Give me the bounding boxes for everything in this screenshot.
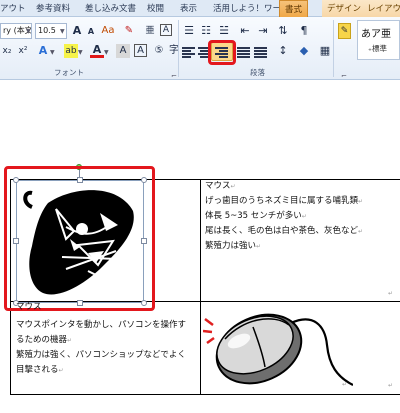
- computer-mouse-clipart[interactable]: [203, 305, 353, 391]
- enclosed-char-icon[interactable]: A: [160, 24, 172, 36]
- return-mark-icon: ↵: [256, 243, 262, 250]
- increase-indent-icon[interactable]: ⇥: [256, 24, 270, 38]
- char-shading-icon[interactable]: A: [116, 44, 130, 58]
- cell-line: マウスポインタを動かし、パソコンを操作す: [16, 320, 187, 330]
- cell-line: マウス↵: [205, 181, 236, 191]
- style-sample-text: あア亜: [361, 29, 391, 40]
- cell-top-right-text: マウス↵ げっ歯目のうちネズミ目に属する哺乳類↵ 体長 5~35 センチが多い↵…: [205, 179, 363, 254]
- subscript-icon[interactable]: x₂: [0, 44, 14, 58]
- cell-line: 体長 5~35 センチが多い↵: [205, 211, 307, 221]
- cell-line: 繁殖力は強く、パソコンショップなどでよく: [16, 350, 186, 360]
- return-mark-icon: ↵: [358, 228, 364, 235]
- cell-line: 目撃される↵: [16, 365, 64, 375]
- char-scale-icon[interactable]: ⑤: [152, 44, 166, 58]
- mouse-caption: マウス: [16, 302, 42, 312]
- show-marks-icon[interactable]: ¶: [297, 24, 311, 38]
- document-area[interactable]: マウス↵ げっ歯目のうちネズミ目に属する哺乳類↵ 体長 5~35 センチが多い↵…: [0, 81, 400, 413]
- return-mark-icon: ↵: [67, 337, 73, 344]
- change-styles-icon[interactable]: ✎: [338, 23, 351, 39]
- text-effects-icon[interactable]: A: [36, 44, 50, 58]
- highlight-align-right: [208, 40, 236, 65]
- tab-view[interactable]: 表示: [180, 2, 197, 14]
- multilevel-list-icon[interactable]: ☱: [217, 24, 231, 38]
- group-separator: [333, 20, 334, 77]
- style-name-label: ₊標準: [368, 44, 387, 53]
- phonetic-guide-icon[interactable]: 亜: [143, 24, 157, 38]
- ribbon-tab-bar: アウト 参考資料 差し込み文書 校閲 表示 活用しよう！ワード 書式 デザイン …: [0, 0, 400, 17]
- chevron-down-icon[interactable]: ▼: [50, 49, 55, 56]
- tab-layout[interactable]: レイアウ: [362, 0, 400, 17]
- numbering-icon[interactable]: ☷: [199, 24, 213, 38]
- justify-icon[interactable]: [237, 46, 251, 58]
- table-border-center: [200, 179, 201, 395]
- row-end-mark-icon: ↵: [388, 382, 394, 389]
- cell-line: 尾は長く、毛の色は白や茶色、灰色など↵: [205, 226, 364, 236]
- tab-design[interactable]: デザイン: [322, 0, 367, 17]
- align-left-icon[interactable]: [182, 46, 196, 58]
- cell-line: げっ歯目のうちネズミ目に属する哺乳類↵: [205, 196, 364, 206]
- char-border-icon[interactable]: A: [134, 44, 147, 57]
- tab-format[interactable]: 書式: [279, 0, 309, 17]
- cell-end-mark-icon: ↵: [388, 290, 394, 297]
- chevron-down-icon[interactable]: ▼: [78, 49, 83, 56]
- cell-end-mark-icon: ↵: [342, 381, 348, 388]
- chevron-down-icon[interactable]: ▼: [104, 49, 109, 56]
- sort-icon[interactable]: ⇅: [276, 24, 290, 38]
- clear-format-icon[interactable]: ✎: [122, 24, 136, 38]
- group-separator: [178, 20, 179, 77]
- cell-line: 繁殖力は強い↵: [205, 241, 262, 251]
- borders-icon[interactable]: ▦: [318, 44, 332, 58]
- highlight-icon[interactable]: ab: [64, 44, 78, 58]
- highlight-image: [4, 166, 155, 311]
- line-spacing-icon[interactable]: ↕: [276, 44, 290, 58]
- shading-icon[interactable]: ◆: [297, 44, 311, 58]
- tab-layout-partial[interactable]: アウト: [0, 2, 26, 14]
- font-dialog-launcher-icon[interactable]: ⌐: [171, 72, 177, 80]
- shrink-font-icon[interactable]: A: [84, 25, 98, 39]
- distributed-icon[interactable]: [254, 46, 268, 58]
- return-mark-icon: ↵: [358, 198, 364, 205]
- return-mark-icon: ↵: [230, 183, 236, 190]
- return-mark-icon: ↵: [58, 367, 64, 374]
- quick-style-normal[interactable]: あア亜 ₊標準: [357, 20, 400, 60]
- table-border-bottom: [10, 394, 400, 395]
- tab-review[interactable]: 校閲: [147, 2, 164, 14]
- bullets-icon[interactable]: ☰: [182, 24, 196, 38]
- font-color-icon[interactable]: A: [90, 43, 104, 58]
- chevron-down-icon[interactable]: ▼: [60, 28, 65, 35]
- cell-bottom-left-text: マウスポインタを動かし、パソコンを操作す るための機器↵ 繁殖力は強く、パソコン…: [16, 318, 186, 378]
- tab-mailings[interactable]: 差し込み文書: [85, 2, 136, 14]
- cell-line: るための機器↵: [16, 335, 73, 345]
- decrease-indent-icon[interactable]: ⇤: [238, 24, 252, 38]
- paragraph-group-label: 段落: [250, 68, 265, 77]
- change-case-icon[interactable]: Aa: [101, 24, 115, 38]
- grow-font-icon[interactable]: A: [70, 24, 84, 38]
- return-mark-icon: ↵: [301, 213, 307, 220]
- ribbon-home: ry (本文 ▼ 10.5 ▼ A A Aa ✎ 亜 A x₂ x² A ▼ a…: [0, 17, 400, 80]
- superscript-icon[interactable]: x²: [16, 44, 30, 58]
- tab-references[interactable]: 参考資料: [36, 2, 70, 14]
- paragraph-dialog-launcher-icon[interactable]: ⌐: [341, 72, 347, 80]
- font-group-label: フォント: [54, 68, 84, 77]
- chevron-down-icon[interactable]: ▼: [26, 28, 31, 35]
